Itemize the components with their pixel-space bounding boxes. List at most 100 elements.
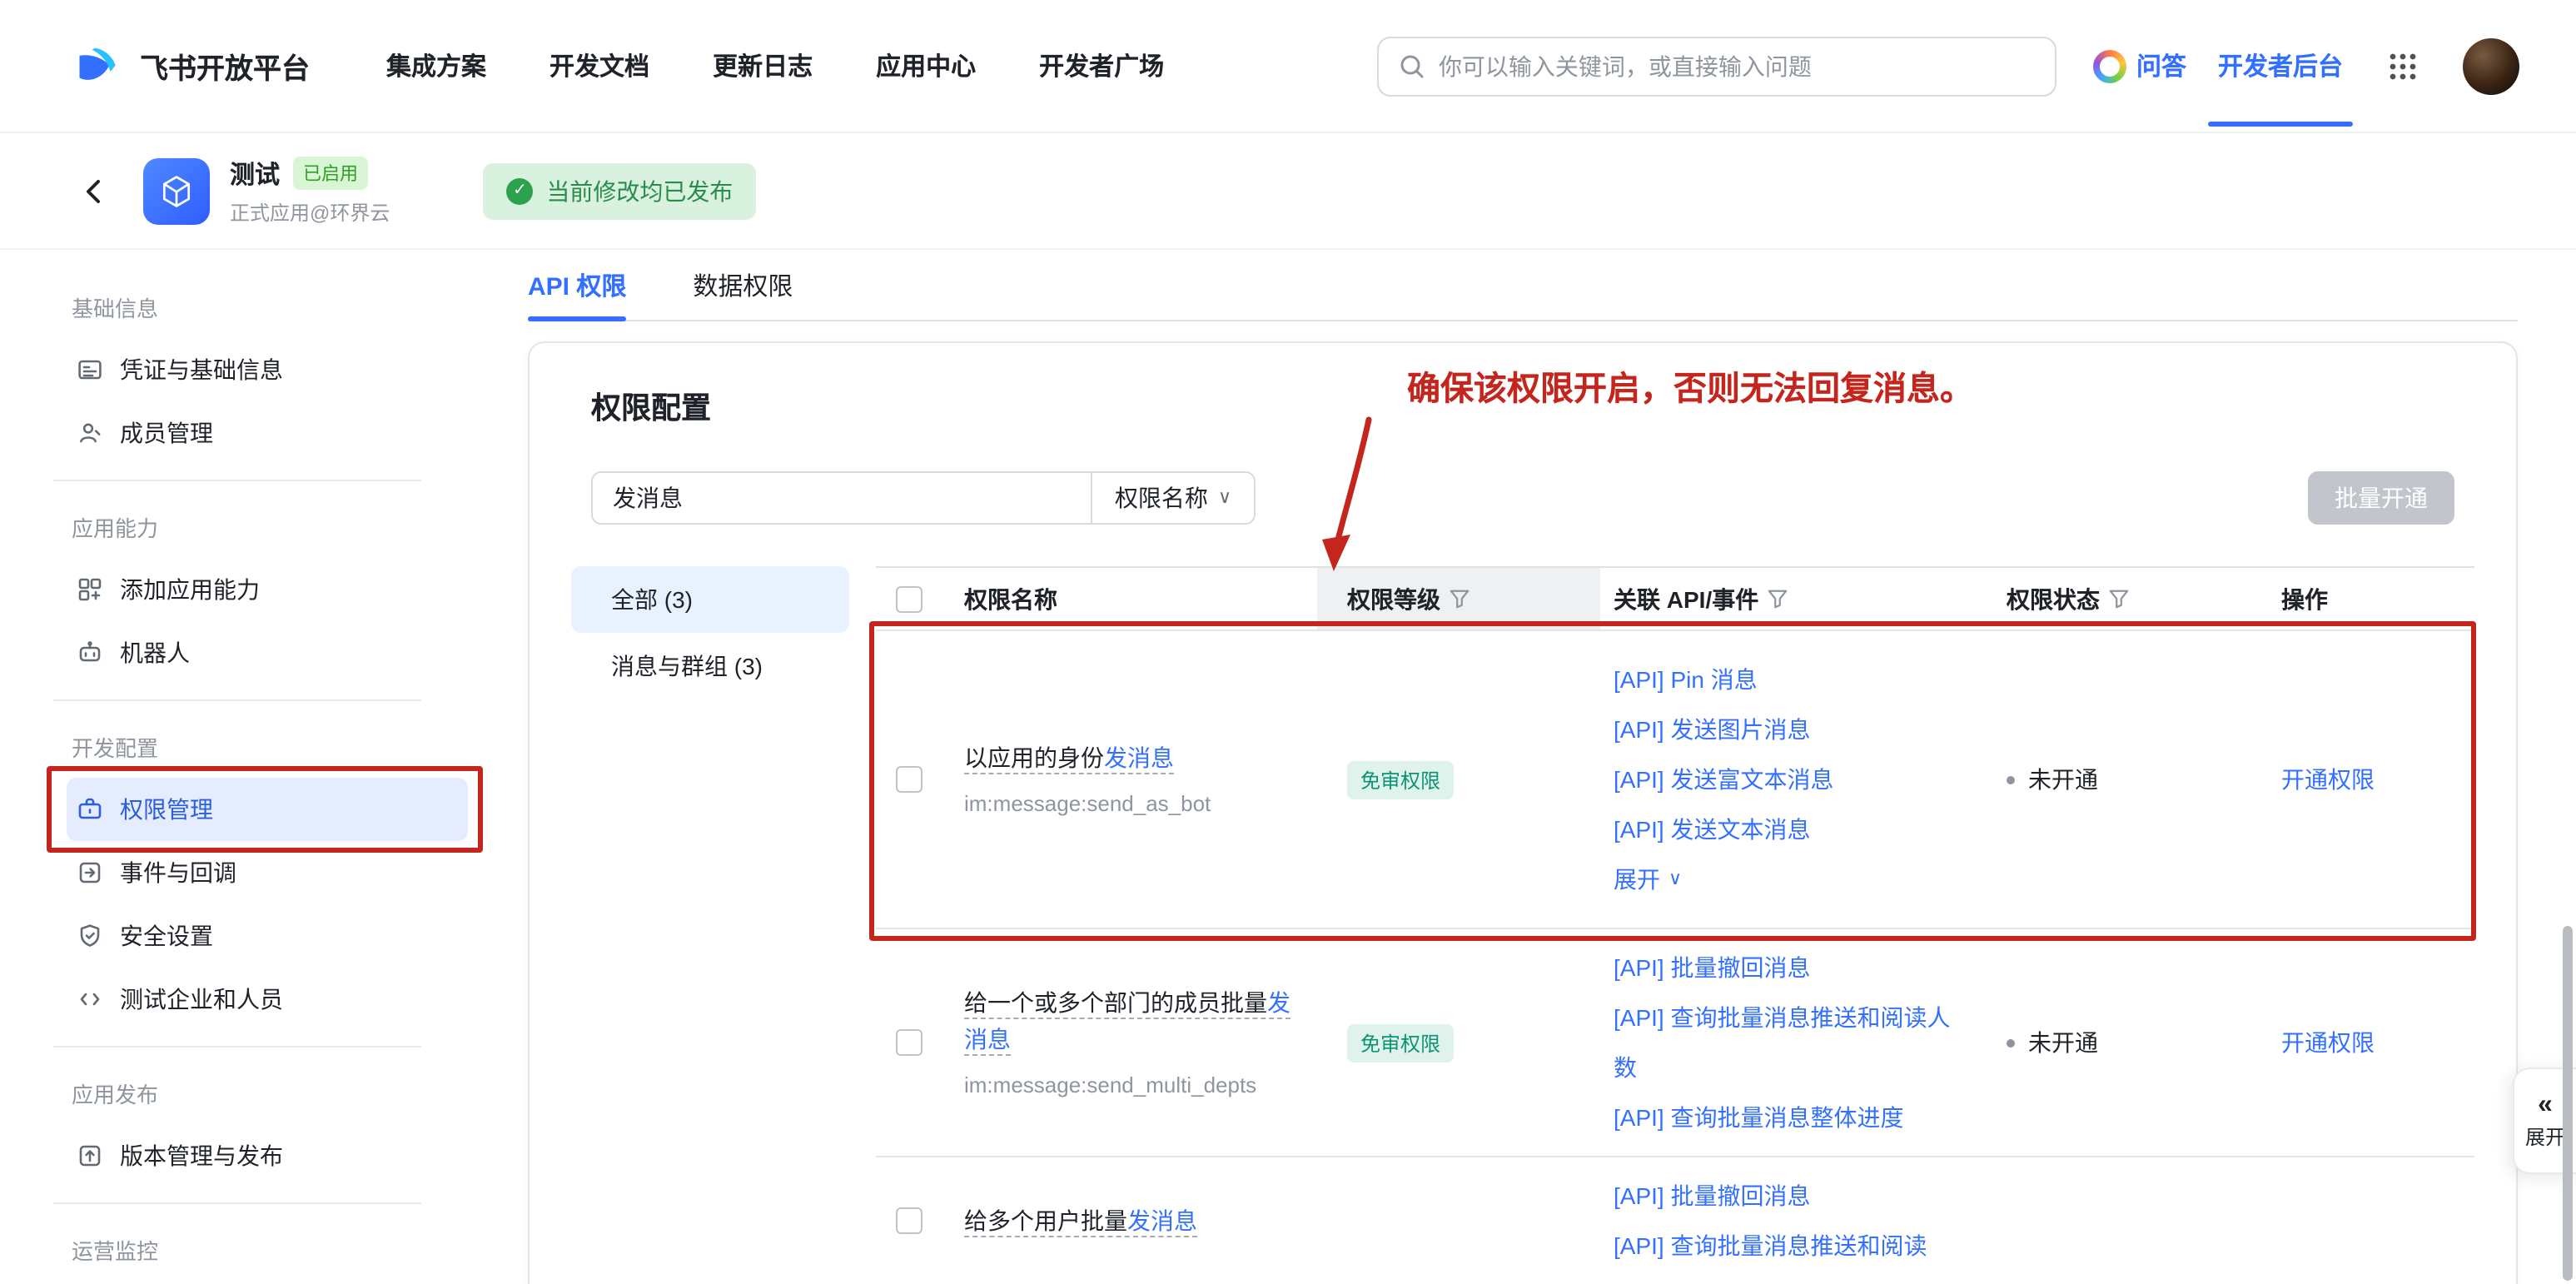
upload-box-icon	[77, 1142, 103, 1169]
expand-panel-label: 展开	[2525, 1122, 2565, 1150]
search-filter-select[interactable]: 权限名称 ∨	[1091, 473, 1254, 523]
api-link[interactable]: [API] 发送文本消息	[1614, 804, 1965, 854]
primary-nav: 集成方案 开发文档 更新日志 应用中心 开发者广场	[386, 48, 1164, 83]
sidebar-item-label: 事件与回调	[120, 856, 236, 889]
header-actions: 操作	[2266, 568, 2474, 630]
back-button[interactable]	[73, 169, 117, 212]
chevron-left-icon	[78, 174, 112, 207]
api-link[interactable]: [API] 查询批量消息推送和阅读人数	[1614, 993, 1965, 1092]
permission-name[interactable]: 给一个或多个部门的成员批量发消息	[964, 984, 1300, 1058]
apps-grid-icon[interactable]	[2375, 37, 2431, 94]
sidebar-item-version-release[interactable]: 版本管理与发布	[67, 1124, 468, 1187]
related-apis-cell: [API] 批量撤回消息 [API] 查询批量消息推送和阅读	[1600, 1157, 1992, 1284]
id-card-icon	[77, 356, 103, 383]
sidebar-item-test-org[interactable]: 测试企业和人员	[67, 968, 468, 1031]
sidebar-divider	[67, 465, 468, 495]
status-cell: 未开通	[1992, 1026, 2266, 1059]
robot-icon	[77, 640, 103, 666]
top-nav: 飞书开放平台 集成方案 开发文档 更新日志 应用中心 开发者广场 你可以输入关键…	[0, 0, 2576, 133]
app-meta: 测试 已启用 正式应用@环界云	[230, 156, 390, 226]
permission-name[interactable]: 以应用的身份发消息	[964, 739, 1300, 776]
shield-icon	[77, 923, 103, 949]
qa-label: 问答	[2136, 48, 2186, 83]
grid-plus-icon	[77, 576, 103, 603]
sidebar-item-members[interactable]: 成员管理	[67, 401, 468, 465]
api-link[interactable]: [API] 查询批量消息整体进度	[1614, 1092, 1965, 1142]
api-link[interactable]: [API] 批量撤回消息	[1614, 943, 1965, 993]
api-link[interactable]: [API] 发送富文本消息	[1614, 754, 1965, 804]
status-cell: 未开通	[1992, 763, 2266, 796]
row-checkbox[interactable]	[896, 1207, 922, 1234]
code-brackets-icon	[77, 986, 103, 1013]
table-row: 以应用的身份发消息 im:message:send_as_bot 免审权限 [A…	[876, 631, 2474, 929]
sidebar-divider	[67, 1187, 468, 1217]
publish-status-badge: ✓ 当前修改均已发布	[483, 162, 756, 219]
brand[interactable]: 飞书开放平台	[73, 41, 310, 91]
row-checkbox[interactable]	[896, 1029, 922, 1056]
sidebar-item-bot[interactable]: 机器人	[67, 621, 468, 684]
level-badge: 免审权限	[1347, 760, 1454, 799]
permission-search-input[interactable]: 发消息	[593, 473, 1091, 523]
qa-link[interactable]: 问答	[2093, 48, 2186, 83]
body: 基础信息 凭证与基础信息 成员管理 应用能力 添加应用能力	[0, 250, 2576, 1284]
sidebar-item-label: 版本管理与发布	[120, 1139, 283, 1172]
vertical-scrollbar[interactable]	[2563, 926, 2573, 1281]
nav-item-docs[interactable]: 开发文档	[550, 48, 649, 83]
app-header: 测试 已启用 正式应用@环界云 ✓ 当前修改均已发布	[0, 133, 2576, 250]
table-row: 给多个用户批量发消息 [API] 批量撤回消息 [API] 查询批量消息推送和阅…	[876, 1157, 2474, 1284]
check-icon: ✓	[506, 177, 533, 204]
tab-api-permissions[interactable]: API 权限	[528, 250, 626, 320]
grant-permission-link[interactable]: 开通权限	[2281, 766, 2375, 793]
sidebar-item-events[interactable]: 事件与回调	[67, 841, 468, 904]
sidebar-item-label: 添加应用能力	[120, 573, 260, 606]
sidebar-item-permissions[interactable]: 权限管理	[67, 778, 468, 841]
avatar[interactable]	[2463, 37, 2519, 94]
batch-grant-button[interactable]: 批量开通	[2308, 471, 2454, 525]
filter-funnel-icon[interactable]	[2108, 588, 2130, 610]
chevron-down-icon: ∨	[1218, 489, 1231, 507]
sidebar-section-capabilities: 应用能力	[67, 495, 468, 558]
sidebar-item-label: 成员管理	[120, 416, 213, 450]
permission-tabs: API 权限 数据权限	[528, 250, 2518, 321]
permission-name[interactable]: 给多个用户批量发消息	[964, 1202, 1300, 1239]
console-link[interactable]: 开发者后台	[2218, 0, 2343, 132]
expand-apis-link[interactable]: 展开 ∨	[1614, 854, 1965, 904]
api-link[interactable]: [API] Pin 消息	[1614, 654, 1965, 704]
sidebar-item-label: 安全设置	[120, 919, 213, 953]
category-all[interactable]: 全部 (3)	[571, 566, 849, 633]
row-checkbox[interactable]	[896, 766, 922, 793]
table-area: 全部 (3) 消息与群组 (3) 权限名称 权限等级 关联	[571, 566, 2474, 1284]
sidebar-item-security[interactable]: 安全设置	[67, 904, 468, 968]
main-content: API 权限 数据权限 权限配置 发消息 权限名称 ∨ 批量开通	[471, 250, 2576, 1284]
cube-icon	[158, 172, 195, 209]
nav-right-group: 问答 开发者后台	[2093, 0, 2519, 132]
permission-code: im:message:send_multi_depts	[964, 1071, 1300, 1101]
header-permission-name: 权限名称	[942, 568, 1317, 630]
table-header-row: 权限名称 权限等级 关联 API/事件 权限状态	[876, 568, 2474, 631]
sidebar-item-label: 机器人	[120, 636, 190, 669]
sidebar: 基础信息 凭证与基础信息 成员管理 应用能力 添加应用能力	[0, 250, 471, 1284]
filter-funnel-icon[interactable]	[1767, 588, 1788, 610]
select-all-checkbox[interactable]	[896, 585, 922, 612]
sidebar-item-add-capability[interactable]: 添加应用能力	[67, 558, 468, 621]
sidebar-item-label: 权限管理	[120, 793, 213, 826]
global-search-input[interactable]: 你可以输入关键词，或直接输入问题	[1377, 36, 2056, 96]
permission-search-group: 发消息 权限名称 ∨	[591, 471, 1256, 525]
nav-item-dev-plaza[interactable]: 开发者广场	[1039, 48, 1164, 83]
category-messages-groups[interactable]: 消息与群组 (3)	[571, 633, 849, 699]
nav-item-app-center[interactable]: 应用中心	[876, 48, 976, 83]
sidebar-item-label: 凭证与基础信息	[120, 353, 283, 386]
toolbar: 发消息 权限名称 ∨ 批量开通	[591, 471, 2454, 525]
filter-funnel-icon[interactable]	[1449, 588, 1470, 610]
grant-permission-link[interactable]: 开通权限	[2281, 1029, 2375, 1056]
api-link[interactable]: [API] 查询批量消息推送和阅读	[1614, 1221, 1965, 1271]
api-link[interactable]: [API] 批量撤回消息	[1614, 1171, 1965, 1221]
brand-label: 飞书开放平台	[140, 45, 310, 87]
nav-item-integration[interactable]: 集成方案	[386, 48, 486, 83]
nav-item-changelog[interactable]: 更新日志	[713, 48, 813, 83]
api-link[interactable]: [API] 发送图片消息	[1614, 704, 1965, 754]
qa-icon	[2093, 49, 2126, 82]
tab-data-permissions[interactable]: 数据权限	[693, 250, 793, 320]
sidebar-section-release: 应用发布	[67, 1061, 468, 1124]
sidebar-item-credentials[interactable]: 凭证与基础信息	[67, 338, 468, 401]
